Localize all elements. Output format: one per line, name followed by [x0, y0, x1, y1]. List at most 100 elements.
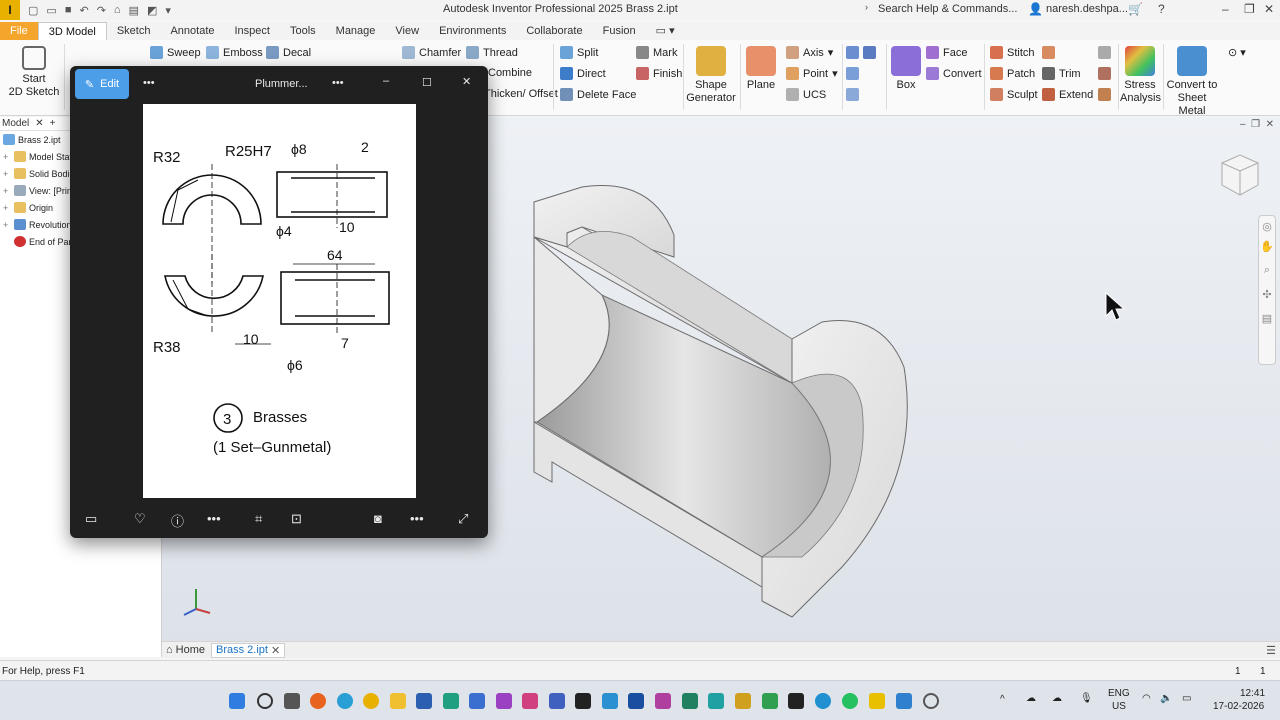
language-top[interactable]: ENG [1108, 688, 1130, 699]
more-options-icon[interactable]: ••• [207, 511, 221, 526]
delete-face-button[interactable]: Delete Face [560, 88, 636, 101]
photos-more-bottom-icon[interactable]: ••• [410, 511, 424, 526]
minimize-icon[interactable]: – [1222, 2, 1229, 16]
app-icon-9[interactable] [708, 693, 724, 709]
tab-manage[interactable]: Manage [326, 22, 386, 40]
extend-button[interactable]: Extend [1042, 88, 1093, 101]
trim-button[interactable]: Trim [1042, 67, 1081, 80]
undo-icon[interactable]: ↶ [79, 4, 88, 17]
windows-start-icon[interactable] [229, 693, 245, 709]
start-sketch-button[interactable]: Start 2D Sketch [8, 46, 60, 99]
firefox-icon[interactable] [310, 693, 326, 709]
inventor-logo-icon[interactable]: I [0, 0, 20, 20]
cart-icon[interactable]: 🛒 [1128, 2, 1143, 16]
stress-analysis-button[interactable]: Stress Analysis [1120, 46, 1161, 105]
whatsapp-icon[interactable] [842, 693, 858, 709]
language-bottom[interactable]: US [1112, 701, 1126, 712]
pattern-rect-icon[interactable] [846, 46, 876, 59]
app-icon-12[interactable] [788, 693, 804, 709]
plane-button[interactable]: Plane [744, 46, 778, 92]
app-icon-10[interactable] [735, 693, 751, 709]
user-icon[interactable]: 👤 [1028, 2, 1043, 16]
search-arrow-icon[interactable]: › [865, 2, 868, 12]
ribbon-options-icon[interactable]: ▭ ▾ [646, 22, 685, 40]
combine-button[interactable]: Combine [488, 67, 532, 79]
weather-icon[interactable]: ☁ [1026, 693, 1036, 704]
look-at-icon[interactable]: ▤ [1259, 312, 1275, 336]
zoom-icon[interactable]: ⌕ [1259, 264, 1275, 288]
pan-icon[interactable]: ✋ [1259, 240, 1275, 264]
chamfer-button[interactable]: Chamfer [402, 46, 461, 59]
ribbon-more-icon[interactable]: ⊙ ▾ [1228, 46, 1246, 59]
microphone-icon[interactable]: 🎙 [1080, 693, 1093, 704]
favorite-heart-icon[interactable]: ♡ [134, 511, 146, 527]
battery-icon[interactable]: ▭ [1182, 693, 1191, 704]
edit-button[interactable]: ✎ Edit [75, 69, 129, 99]
photos-close-icon[interactable]: ✕ [462, 75, 471, 88]
viewcube-icon[interactable] [1214, 149, 1266, 201]
patch-button[interactable]: Patch [990, 67, 1035, 80]
app-icon-4[interactable] [522, 693, 538, 709]
clock-time[interactable]: 12:41 [1240, 688, 1265, 699]
app-icon-1[interactable] [443, 693, 459, 709]
thicken-offset-button[interactable]: Thicken/ Offset [484, 88, 558, 100]
volume-icon[interactable]: 🔈 [1160, 693, 1172, 704]
split-button[interactable]: Split [560, 46, 598, 59]
home-tab[interactable]: ⌂ Home [166, 644, 205, 656]
ucs-button[interactable]: UCS [786, 88, 826, 101]
photos-options-icon[interactable]: ••• [332, 77, 344, 89]
redo-icon[interactable]: ↷ [97, 4, 106, 17]
surface-tool-2-icon[interactable] [1098, 67, 1111, 80]
app-icon-8[interactable] [682, 693, 698, 709]
box-button[interactable]: Box [890, 46, 922, 92]
expand-icon[interactable]: ⤢ [458, 511, 468, 527]
app-icon-3[interactable] [496, 693, 512, 709]
browser-close-icon[interactable]: ✕ [35, 118, 43, 129]
crop-icon[interactable]: ⌗ [255, 511, 262, 527]
photos-more-icon[interactable]: ••• [143, 77, 155, 89]
decal-button[interactable]: Decal [266, 46, 311, 59]
face-button[interactable]: Face [926, 46, 967, 59]
convert-button[interactable]: Convert [926, 67, 982, 80]
user-name[interactable]: naresh.deshpa... [1046, 3, 1128, 15]
orbit-icon[interactable]: ✣ [1259, 288, 1275, 312]
search-icon[interactable] [257, 693, 273, 709]
finish-button[interactable]: Finish [636, 67, 682, 80]
app-icon-5[interactable] [575, 693, 591, 709]
new-file-icon[interactable]: ▢ [28, 4, 38, 17]
photos-maximize-icon[interactable]: ☐ [422, 76, 432, 89]
browser-tab-model[interactable]: Model [2, 118, 29, 129]
close-tab-icon[interactable]: ✕ [271, 644, 280, 657]
shape-generator-button[interactable]: Shape Generator [686, 46, 736, 105]
chrome-icon[interactable] [363, 693, 379, 709]
open-folder-icon[interactable]: ▭ [46, 4, 56, 17]
tab-fusion[interactable]: Fusion [593, 22, 646, 40]
inventor-taskbar-icon[interactable] [869, 693, 885, 709]
slideshow-icon[interactable]: ◙ [374, 511, 382, 526]
onedrive-icon[interactable]: ☁ [1052, 693, 1062, 704]
emboss-button[interactable]: Emboss [206, 46, 263, 59]
tab-3d-model[interactable]: 3D Model [37, 22, 107, 40]
edge-icon[interactable] [337, 693, 353, 709]
photos-taskbar-icon[interactable] [896, 693, 912, 709]
tab-collaborate[interactable]: Collaborate [516, 22, 592, 40]
app-icon-11[interactable] [762, 693, 778, 709]
app-icon-14[interactable] [923, 693, 939, 709]
app-icon-6[interactable] [602, 693, 618, 709]
filmstrip-icon[interactable]: ▭ [85, 511, 97, 527]
project-icon[interactable]: ▤ [129, 4, 139, 17]
convert-sheet-metal-button[interactable]: Convert to Sheet Metal [1164, 46, 1220, 118]
restore-icon[interactable]: ❐ [1244, 2, 1255, 16]
clock-date[interactable]: 17-02-2026 [1213, 701, 1264, 712]
tray-overflow-icon[interactable]: ^ [1000, 694, 1005, 705]
tab-inspect[interactable]: Inspect [225, 22, 280, 40]
axis-button[interactable]: Axis ▾ [786, 46, 833, 59]
pattern-sketch-icon[interactable] [846, 88, 859, 101]
task-view-icon[interactable] [284, 693, 300, 709]
sculpt-button[interactable]: Sculpt [990, 88, 1038, 101]
customize-icon[interactable]: ▾ [165, 4, 171, 17]
stitch-button[interactable]: Stitch [990, 46, 1035, 59]
close-icon[interactable]: ✕ [1264, 2, 1274, 16]
file-explorer-icon[interactable] [390, 693, 406, 709]
home-icon[interactable]: ⌂ [114, 4, 121, 17]
